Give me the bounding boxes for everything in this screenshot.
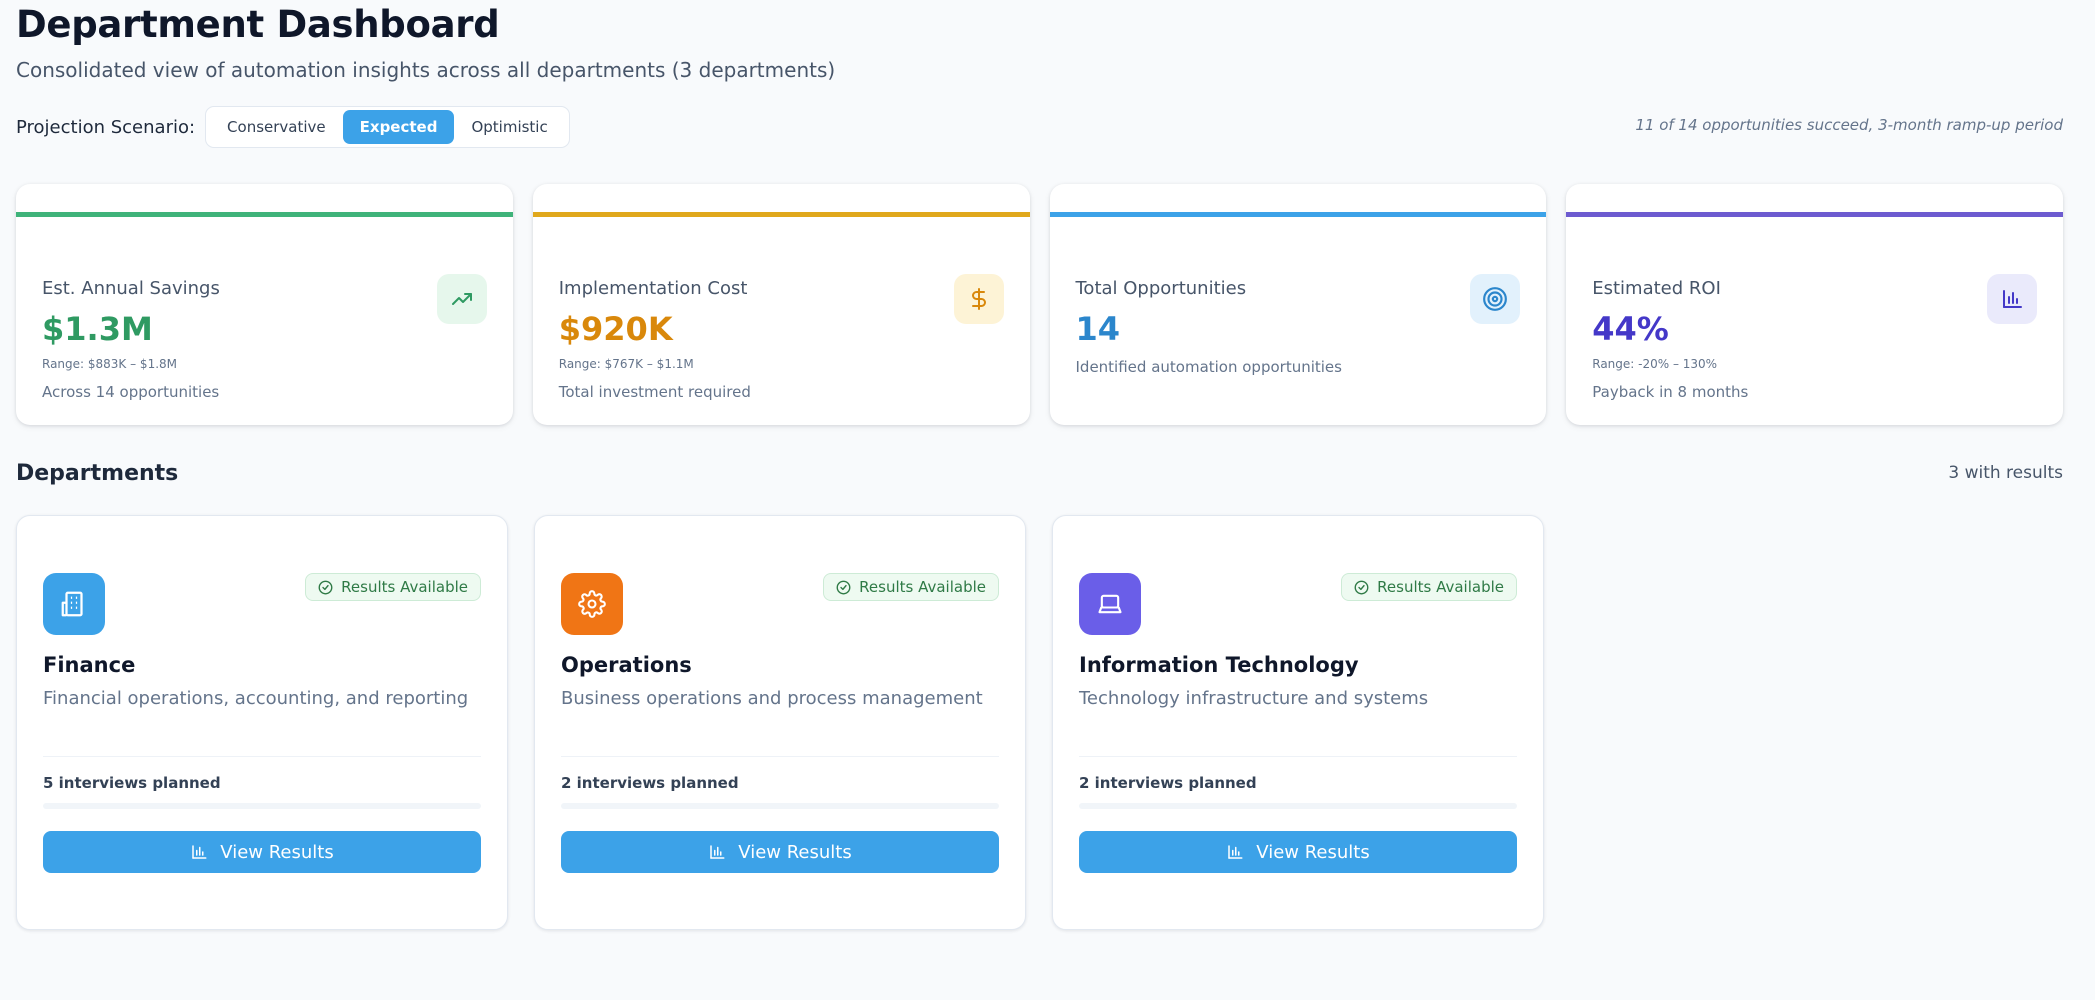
trending-up-icon — [436, 274, 487, 324]
department-description: Financial operations, accounting, and re… — [43, 688, 469, 709]
stat-note: Total investment required — [558, 383, 751, 401]
summary-stats: Est. Annual Savings $1.3M Range: $883K –… — [16, 184, 2063, 425]
stat-accent-bar — [16, 212, 513, 217]
stat-note: Payback in 8 months — [1592, 383, 1749, 401]
department-name: Operations — [561, 653, 692, 677]
scenario-optimistic-button[interactable]: Optimistic — [454, 110, 564, 144]
scenario-note: 11 of 14 opportunities succeed, 3-month … — [1635, 116, 2063, 134]
stat-range: Range: -20% – 130% — [1592, 357, 1718, 371]
stat-card-savings: Est. Annual Savings $1.3M Range: $883K –… — [16, 184, 513, 425]
stat-value: $920K — [558, 310, 673, 348]
bar-chart-icon — [710, 845, 725, 859]
stat-card-opportunities: Total Opportunities 14 Identified automa… — [1049, 184, 1547, 425]
view-results-button[interactable]: View Results — [43, 831, 481, 873]
view-results-label: View Results — [220, 841, 334, 863]
status-badge-label: Results Available — [859, 578, 986, 596]
gear-icon — [561, 573, 623, 635]
department-card-operations[interactable]: Results Available Operations Business op… — [534, 515, 1026, 930]
stat-card-roi: Estimated ROI 44% Range: -20% – 130% Pay… — [1566, 184, 2063, 425]
interviews-planned: 5 interviews planned — [43, 774, 221, 792]
departments-title: Departments — [16, 460, 179, 486]
view-results-button[interactable]: View Results — [1079, 831, 1517, 873]
departments-header: Departments 3 with results — [16, 455, 2063, 491]
laptop-icon — [1079, 573, 1141, 635]
projection-scenario-row: Projection Scenario: Conservative Expect… — [16, 106, 2063, 148]
departments-count: 3 with results — [1948, 463, 2063, 483]
stat-label: Total Opportunities — [1075, 278, 1247, 299]
department-card-information-technology[interactable]: Results Available Information Technology… — [1052, 515, 1544, 930]
scenario-expected-button[interactable]: Expected — [342, 110, 455, 144]
check-circle-icon — [1354, 580, 1369, 594]
divider — [43, 756, 481, 757]
stat-range: Range: $883K – $1.8M — [42, 357, 177, 371]
department-cards: Results Available Finance Financial oper… — [16, 515, 2063, 930]
check-circle-icon — [836, 580, 851, 594]
dollar-icon — [953, 274, 1004, 324]
status-badge: Results Available — [823, 573, 999, 601]
department-name: Information Technology — [1079, 653, 1359, 677]
check-circle-icon — [318, 580, 333, 594]
stat-range: Range: $767K – $1.1M — [558, 357, 694, 371]
stat-value: 14 — [1075, 310, 1121, 348]
interviews-planned: 2 interviews planned — [1079, 774, 1257, 792]
stat-accent-bar — [1049, 212, 1547, 217]
bar-chart-icon — [1987, 274, 2037, 324]
bar-chart-icon — [1228, 845, 1243, 859]
stat-accent-bar — [1566, 212, 2063, 217]
divider — [1079, 756, 1517, 757]
stat-accent-bar — [532, 212, 1030, 217]
page-title: Department Dashboard — [16, 3, 500, 46]
scenario-selector: Conservative Expected Optimistic — [205, 106, 570, 148]
progress-bar — [43, 803, 481, 809]
department-description: Technology infrastructure and systems — [1079, 688, 1429, 709]
page-subtitle: Consolidated view of automation insights… — [16, 58, 836, 82]
scenario-conservative-button[interactable]: Conservative — [210, 110, 343, 144]
status-badge-label: Results Available — [1377, 578, 1504, 596]
interviews-planned: 2 interviews planned — [561, 774, 739, 792]
department-name: Finance — [43, 653, 136, 677]
target-icon — [1470, 274, 1521, 324]
view-results-button[interactable]: View Results — [561, 831, 999, 873]
view-results-label: View Results — [738, 841, 852, 863]
scenario-label: Projection Scenario: — [16, 116, 196, 138]
bar-chart-icon — [192, 845, 207, 859]
status-badge-label: Results Available — [341, 578, 468, 596]
department-card-finance[interactable]: Results Available Finance Financial oper… — [16, 515, 508, 930]
stat-note: Across 14 opportunities — [42, 383, 220, 401]
progress-bar — [1079, 803, 1517, 809]
department-description: Business operations and process manageme… — [561, 688, 983, 709]
stat-card-cost: Implementation Cost $920K Range: $767K –… — [532, 184, 1030, 425]
stat-note: Identified automation opportunities — [1075, 358, 1342, 376]
divider — [561, 756, 999, 757]
stat-label: Est. Annual Savings — [42, 278, 220, 299]
stat-value: $1.3M — [42, 310, 153, 348]
status-badge: Results Available — [305, 573, 481, 601]
progress-bar — [561, 803, 999, 809]
view-results-label: View Results — [1256, 841, 1370, 863]
stat-label: Implementation Cost — [558, 278, 748, 299]
status-badge: Results Available — [1341, 573, 1517, 601]
stat-value: 44% — [1592, 310, 1669, 348]
stat-label: Estimated ROI — [1592, 278, 1721, 299]
dashboard-page: Department Dashboard Consolidated view o… — [16, 0, 2063, 930]
building-icon — [43, 573, 105, 635]
